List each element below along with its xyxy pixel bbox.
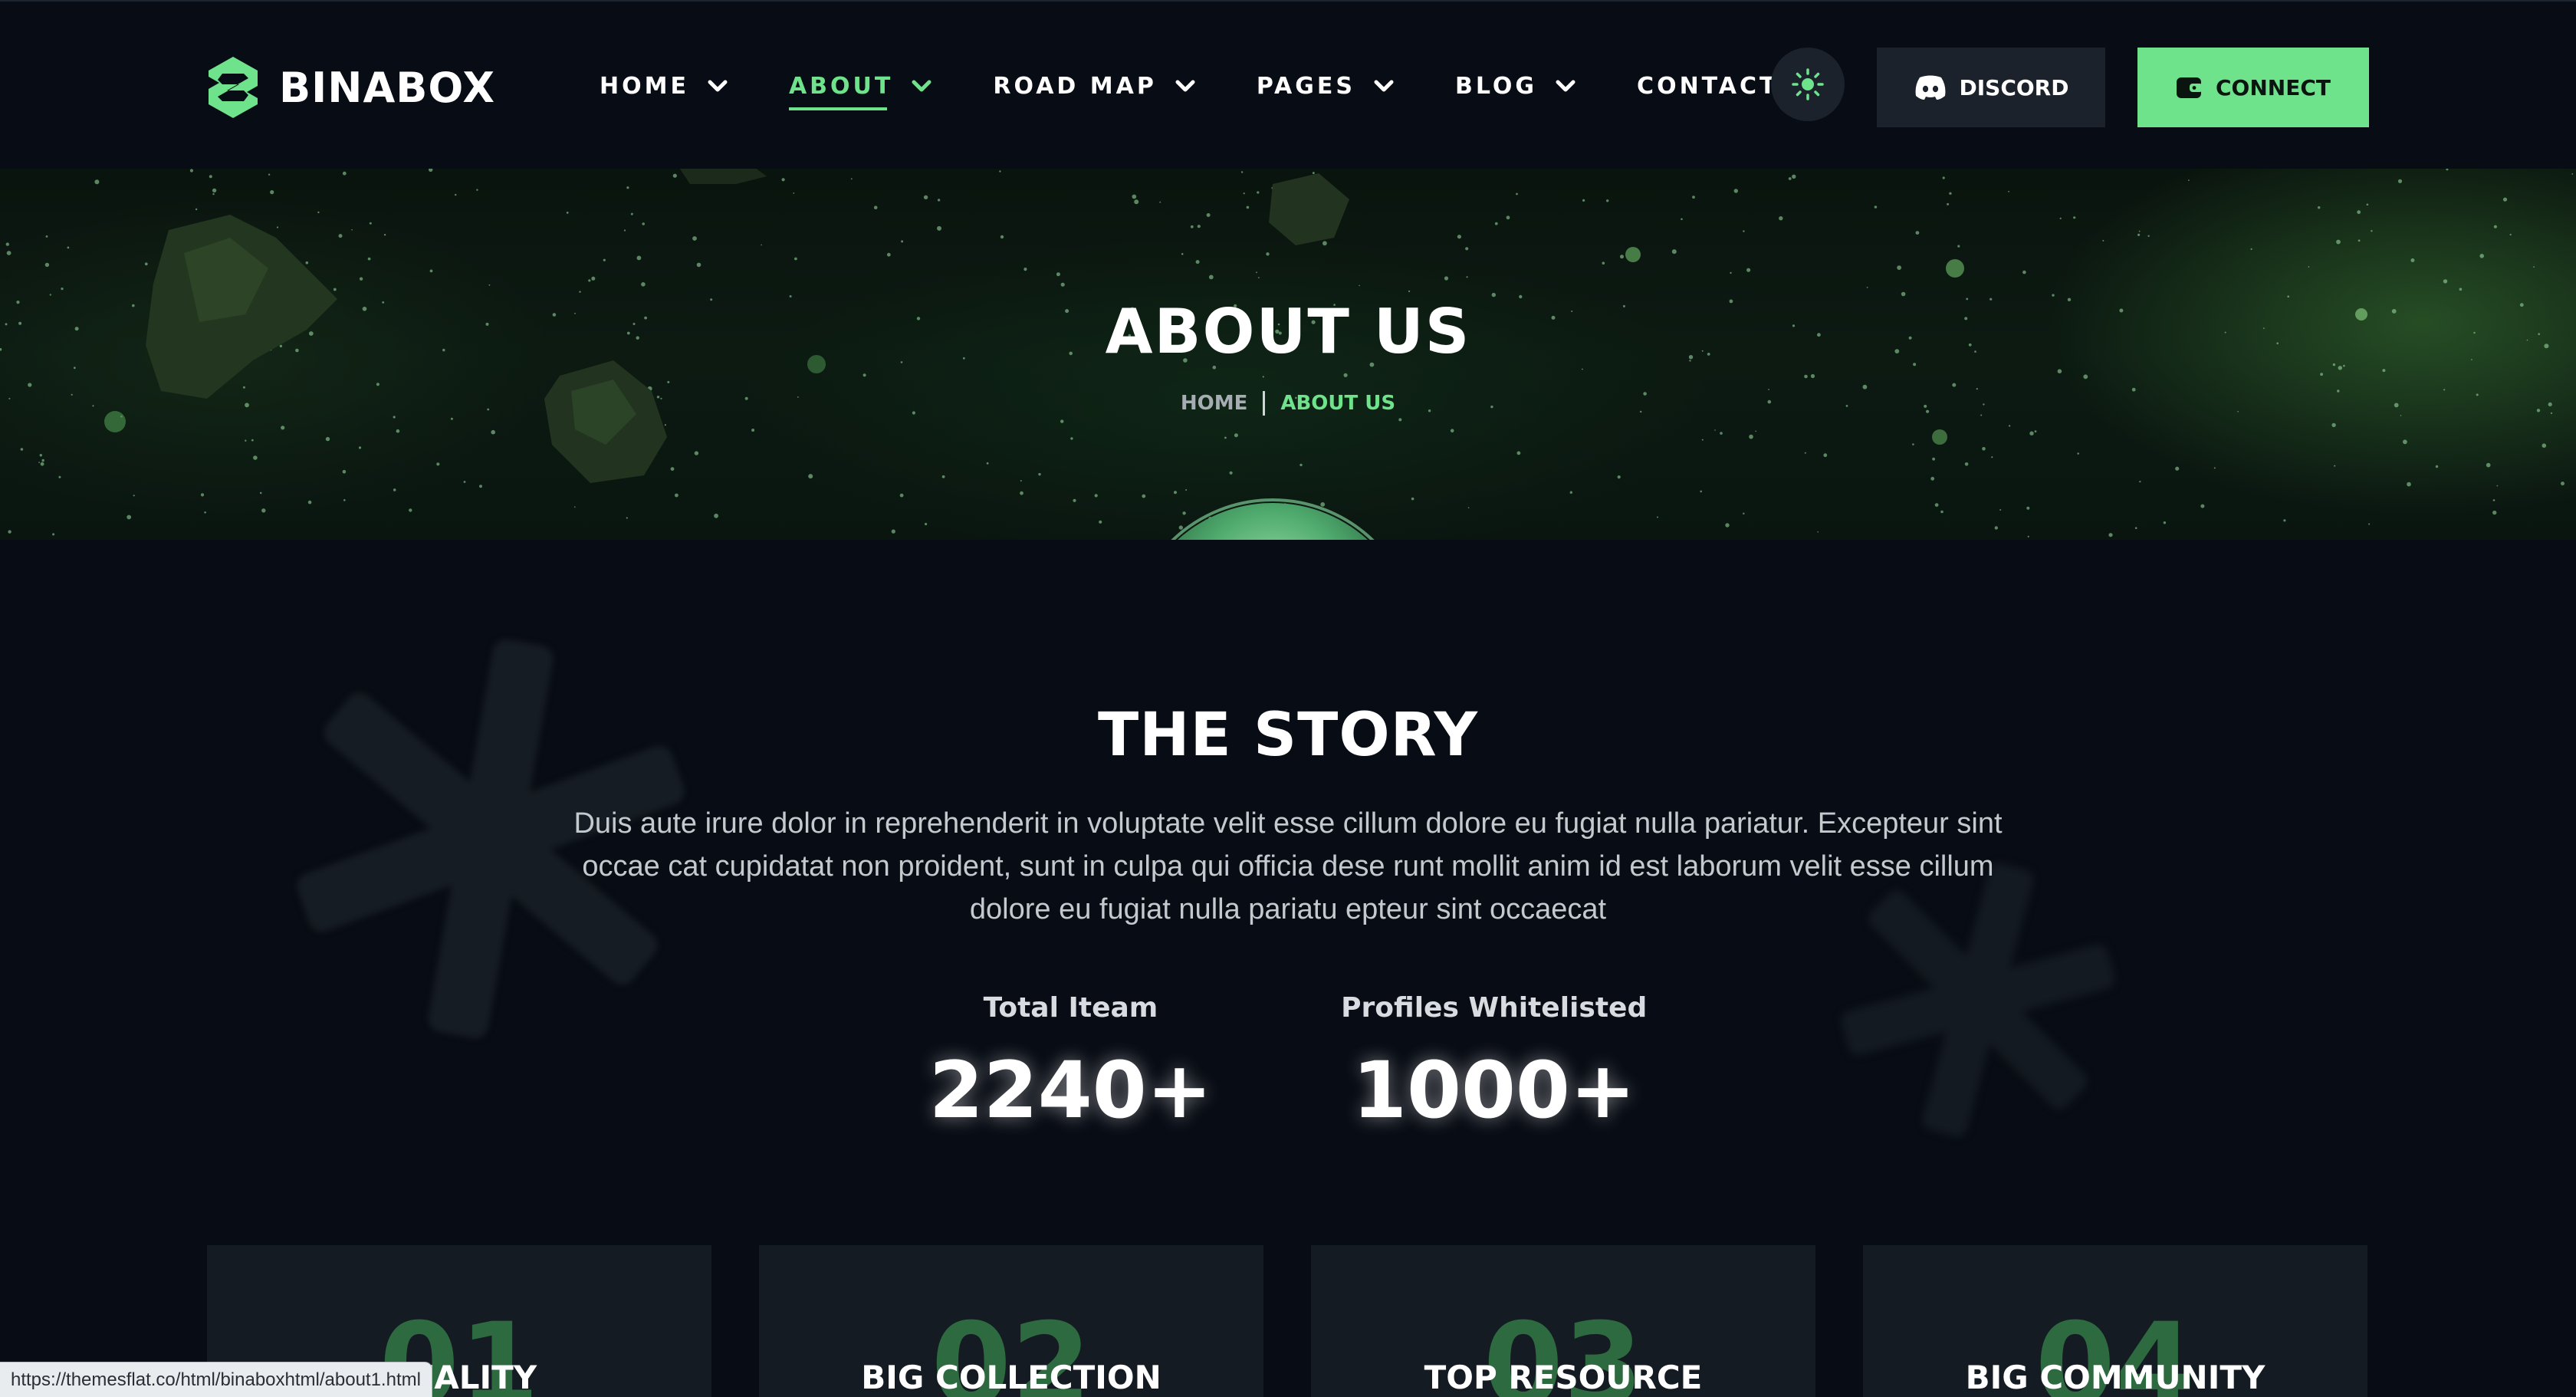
main-nav: HOME ABOUT ROAD MAP PAGES BLOG CONTACT	[600, 2, 1779, 170]
discord-icon	[1915, 75, 1945, 100]
chevron-down-icon	[1175, 80, 1195, 92]
nav-label: ROAD MAP	[993, 72, 1157, 100]
breadcrumb-home-link[interactable]: HOME	[1181, 392, 1248, 415]
site-header: BINABOX HOME ABOUT ROAD MAP PAGES BLOG C…	[0, 0, 2576, 169]
story-section: THE STORY Duis aute irure dolor in repre…	[0, 540, 2576, 1397]
stat-profiles-whitelisted: Profiles Whitelisted 1000+	[1341, 992, 1647, 1136]
section-title: THE STORY	[1098, 701, 1478, 770]
status-url: https://themesflat.co/html/binaboxhtml/a…	[11, 1369, 421, 1390]
nav-label: HOME	[600, 72, 689, 100]
chevron-down-icon	[912, 80, 932, 92]
chevron-down-icon	[708, 80, 728, 92]
browser-status-bar: https://themesflat.co/html/binaboxhtml/a…	[0, 1362, 432, 1397]
nav-label: BLOG	[1455, 72, 1538, 100]
nav-label: CONTACT	[1637, 72, 1779, 100]
page-title: ABOUT US	[1105, 296, 1471, 367]
wallet-icon	[2177, 77, 2203, 98]
nav-item-blog[interactable]: BLOG	[1455, 73, 1576, 100]
card-title: BIG COMMUNITY	[1965, 1359, 2266, 1396]
chevron-down-icon	[1374, 80, 1394, 92]
feature-card: 02 BIG COLLECTION	[759, 1245, 1263, 1397]
stat-total-items: Total Iteam 2240+	[929, 992, 1212, 1136]
sun-icon	[1792, 68, 1824, 100]
brand-name: BINABOX	[279, 63, 496, 112]
asteroid-shape	[1269, 173, 1349, 245]
stat-label: Profiles Whitelisted	[1341, 992, 1648, 1024]
nav-label: ABOUT	[788, 72, 894, 100]
connect-wallet-button[interactable]: CONNECT	[2137, 48, 2369, 127]
feature-card: 04 BIG COMMUNITY	[1863, 1245, 2367, 1397]
feature-cards: 01 QUALITY 02 BIG COLLECTION 03 TOP RESO…	[207, 1245, 2367, 1397]
theme-toggle-button[interactable]	[1771, 48, 1845, 121]
discord-label: DISCORD	[1959, 74, 2069, 100]
breadcrumb-current: ABOUT US	[1280, 392, 1396, 415]
planet-shape	[1178, 503, 1368, 540]
breadcrumb: HOME ABOUT US	[0, 391, 2576, 416]
stat-label: Total Iteam	[983, 992, 1158, 1024]
nav-item-contact[interactable]: CONTACT	[1637, 73, 1778, 100]
nav-label: PAGES	[1256, 72, 1355, 100]
discord-button[interactable]: DISCORD	[1877, 48, 2105, 127]
brand-logo[interactable]: BINABOX	[204, 55, 495, 120]
stats-row: Total Iteam 2240+ Profiles Whitelisted 1…	[0, 992, 2576, 1136]
nav-item-about[interactable]: ABOUT	[789, 73, 932, 100]
card-title: BIG COLLECTION	[861, 1359, 1162, 1396]
nav-item-home[interactable]: HOME	[600, 73, 728, 100]
stat-value: 1000+	[1352, 1045, 1636, 1136]
nav-item-pages[interactable]: PAGES	[1257, 73, 1394, 100]
connect-label: CONNECT	[2216, 74, 2331, 100]
chevron-down-icon	[1556, 80, 1576, 92]
breadcrumb-separator	[1263, 391, 1266, 416]
card-title: TOP RESOURCE	[1424, 1359, 1703, 1396]
nav-item-road-map[interactable]: ROAD MAP	[993, 72, 1195, 100]
feature-card: 03 TOP RESOURCE	[1311, 1245, 1815, 1397]
story-paragraph: Duis aute irure dolor in reprehenderit i…	[573, 807, 2003, 925]
binabox-logo-icon	[209, 57, 258, 118]
stat-value: 2240+	[928, 1045, 1213, 1136]
page-banner: ABOUT US HOME ABOUT US	[0, 169, 2576, 540]
